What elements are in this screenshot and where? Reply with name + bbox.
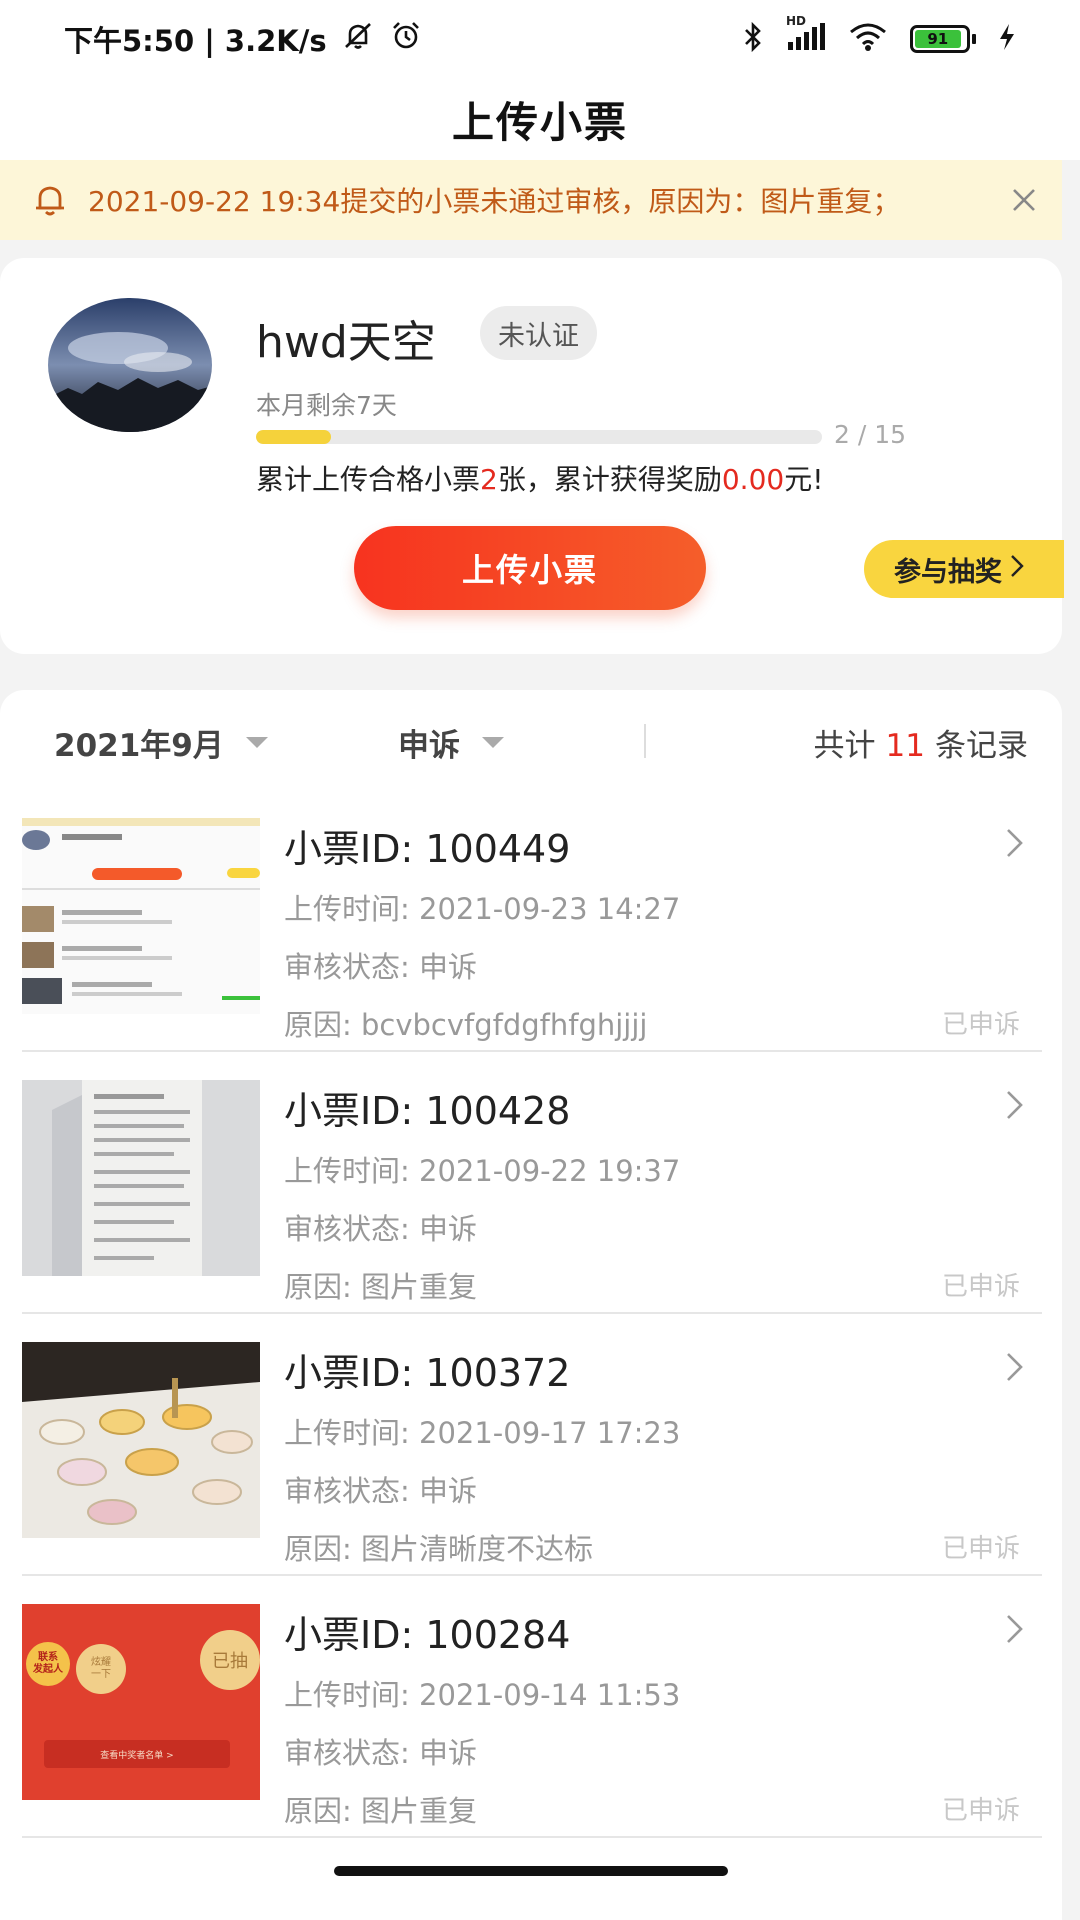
home-indicator[interactable] [334, 1866, 728, 1876]
receipt-thumbnail[interactable]: 联系 发起人 炫耀 一下 已抽 查看中奖者名单 > [22, 1604, 260, 1800]
receipt-id: 小票ID: 100428 [284, 1089, 571, 1133]
date-filter-label: 2021年9月 [54, 728, 224, 764]
charging-icon [998, 23, 1016, 55]
record-total: 共计 11 条记录 [814, 720, 1028, 765]
receipt-id: 小票ID: 100284 [284, 1613, 571, 1657]
list-item[interactable]: 小票ID: 100449 上传时间: 2021-09-23 14:27 审核状态… [22, 790, 1042, 1052]
review-status: 审核状态: 申诉 [284, 1212, 477, 1246]
appealed-tag: 已申诉 [941, 1534, 1020, 1564]
summary-amount: 0.00 [721, 463, 785, 496]
progress-fill [256, 430, 332, 444]
status-filter-label: 申诉 [398, 728, 460, 764]
upload-time: 上传时间: 2021-09-23 14:27 [284, 892, 681, 926]
bell-icon [30, 180, 70, 220]
reject-reason: 原因: 图片重复 [284, 1270, 477, 1304]
records-card: 2021年9月 申诉 共计 11 条记录 小票ID: 100449 上传时间: … [0, 690, 1062, 1920]
status-left: 下午5:50 | 3.2K/s [64, 18, 423, 60]
upload-time: 上传时间: 2021-09-17 17:23 [284, 1416, 681, 1450]
user-name: hwd天空 [256, 317, 436, 368]
status-right: HD 91 [742, 14, 1016, 57]
hd-label: HD [786, 14, 807, 28]
receipt-id: 小票ID: 100449 [284, 827, 571, 871]
upload-time: 上传时间: 2021-09-14 11:53 [284, 1678, 681, 1712]
verification-badge[interactable]: 未认证 [480, 306, 597, 360]
close-icon[interactable] [994, 170, 1054, 230]
chevron-right-icon[interactable] [1004, 1088, 1026, 1122]
status-bar: 下午5:50 | 3.2K/s HD 91 [0, 0, 1080, 78]
user-card: hwd天空 未认证 本月剩余7天 2 / 15 累计上传合格小票2张，累计获得奖… [0, 258, 1064, 654]
chevron-right-icon[interactable] [1004, 1350, 1026, 1384]
appealed-tag: 已申诉 [941, 1796, 1020, 1826]
upload-receipt-button[interactable]: 上传小票 [354, 526, 706, 610]
total-count: 11 [885, 728, 925, 764]
thumb-winners-banner: 查看中奖者名单 > [44, 1740, 230, 1768]
status-time-speed: 下午5:50 | 3.2K/s [64, 24, 327, 58]
list-item[interactable]: 联系 发起人 炫耀 一下 已抽 查看中奖者名单 > 小票ID: 100284 上… [22, 1576, 1042, 1838]
battery-icon: 91 [910, 25, 976, 53]
upload-time: 上传时间: 2021-09-22 19:37 [284, 1154, 681, 1188]
thumb-drawn-badge: 已抽 [200, 1630, 260, 1690]
summary-prefix: 累计上传合格小票 [256, 463, 481, 496]
thumb-share-badge: 炫耀 一下 [76, 1644, 126, 1694]
receipt-thumbnail[interactable] [22, 1080, 260, 1276]
lottery-label: 参与抽奖 [894, 556, 1002, 588]
summary-suffix: 元! [784, 463, 824, 496]
silent-icon [341, 19, 375, 60]
page-title: 上传小票 [451, 97, 628, 147]
chevron-right-icon[interactable] [1004, 826, 1026, 860]
progress-count: 2 / 15 [834, 420, 907, 449]
caret-down-icon [482, 737, 504, 748]
total-suffix: 条记录 [935, 728, 1028, 764]
receipt-thumbnail[interactable] [22, 1342, 260, 1538]
review-status: 审核状态: 申诉 [284, 1474, 477, 1508]
status-filter[interactable]: 申诉 [398, 720, 504, 765]
bluetooth-icon [742, 21, 764, 57]
caret-down-icon [245, 737, 268, 748]
chevron-right-icon [1010, 554, 1024, 585]
list-item[interactable]: 小票ID: 100372 上传时间: 2021-09-17 17:23 审核状态… [22, 1314, 1042, 1576]
signal-icon: HD [786, 14, 826, 56]
battery-level: 91 [915, 30, 961, 48]
filter-divider [644, 724, 646, 758]
notice-banner[interactable]: 2021-09-22 19:34提交的小票未通过审核，原因为：图片重复； [0, 160, 1062, 240]
summary-count: 2 [480, 463, 498, 496]
notice-text: 2021-09-22 19:34提交的小票未通过审核，原因为：图片重复； [88, 185, 901, 218]
appealed-tag: 已申诉 [941, 1272, 1020, 1302]
upload-progress-bar [256, 430, 822, 444]
title-bar: 上传小票 [0, 78, 1080, 160]
summary-mid: 张，累计获得奖励 [497, 463, 722, 496]
review-status: 审核状态: 申诉 [284, 1736, 477, 1770]
receipt-id: 小票ID: 100372 [284, 1351, 571, 1395]
upload-summary: 累计上传合格小票2张，累计获得奖励0.00元! [256, 458, 823, 498]
avatar[interactable] [48, 298, 212, 432]
date-filter[interactable]: 2021年9月 [54, 720, 268, 765]
list-item[interactable]: 小票ID: 100428 上传时间: 2021-09-22 19:37 审核状态… [22, 1052, 1042, 1314]
review-status: 审核状态: 申诉 [284, 950, 477, 984]
wifi-icon [848, 22, 888, 56]
alarm-icon [389, 19, 423, 60]
appealed-tag: 已申诉 [941, 1010, 1020, 1040]
reject-reason: 原因: bcvbcvfgfdgfhfghjjjj [284, 1008, 648, 1042]
thumb-contact-badge: 联系 发起人 [26, 1642, 70, 1686]
upload-receipt-page: 下午5:50 | 3.2K/s HD 91 上传小票 2021-09-22 19… [0, 0, 1080, 1920]
remaining-days: 本月剩余7天 [256, 391, 397, 420]
chevron-right-icon[interactable] [1004, 1612, 1026, 1646]
receipt-thumbnail[interactable] [22, 818, 260, 1014]
filter-bar: 2021年9月 申诉 共计 11 条记录 [0, 690, 1062, 790]
reject-reason: 原因: 图片重复 [284, 1794, 477, 1828]
total-prefix: 共计 [813, 728, 876, 764]
reject-reason: 原因: 图片清晰度不达标 [284, 1532, 593, 1566]
join-lottery-button[interactable]: 参与抽奖 [864, 540, 1064, 598]
